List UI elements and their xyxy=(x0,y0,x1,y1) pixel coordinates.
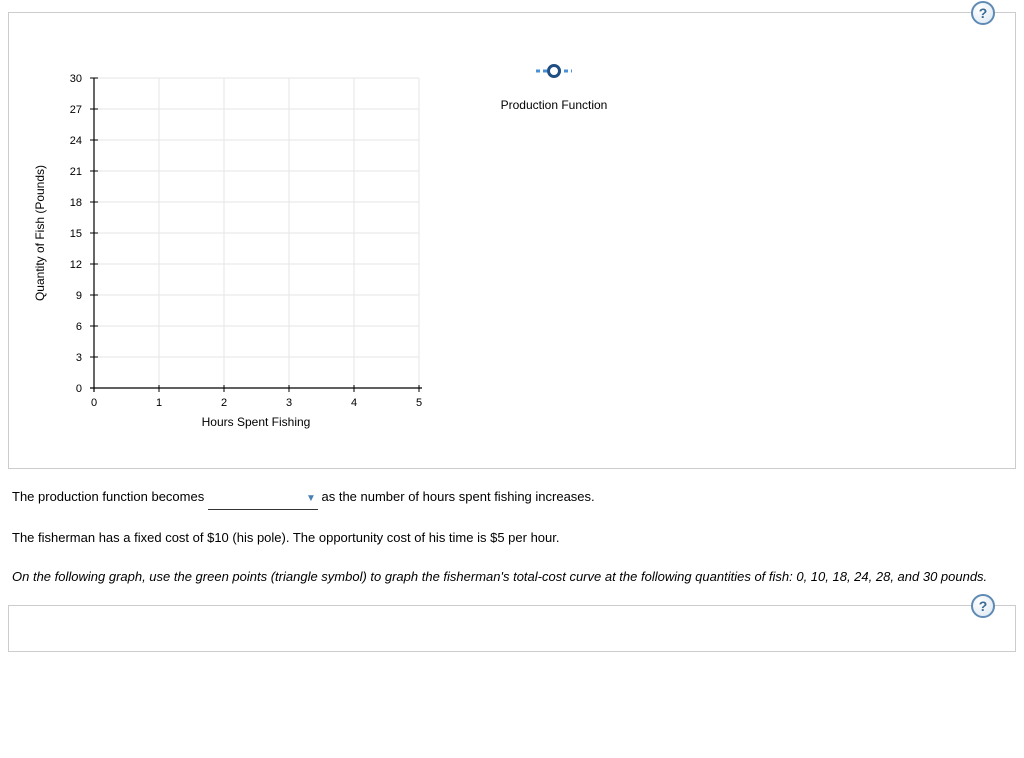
y-tick-2: 6 xyxy=(76,321,82,333)
legend: Production Function xyxy=(484,64,624,112)
legend-item-production-function[interactable]: Production Function xyxy=(484,64,624,112)
x-tick-2: 2 xyxy=(221,397,227,409)
y-tick-5: 15 xyxy=(70,228,82,240)
y-tick-4: 12 xyxy=(70,259,82,271)
y-tick-6: 18 xyxy=(70,197,82,209)
chevron-down-icon: ▼ xyxy=(306,493,316,504)
legend-label: Production Function xyxy=(501,98,608,112)
help-symbol: ? xyxy=(979,5,988,21)
y-tick-9: 27 xyxy=(70,104,82,116)
sentence-fixed-cost: The fisherman has a fixed cost of $10 (h… xyxy=(12,528,1012,549)
legend-marker-circle-icon xyxy=(534,64,574,78)
y-tick-1: 3 xyxy=(76,352,82,364)
y-tick-3: 9 xyxy=(76,290,82,302)
chart-row: 0 1 2 3 4 5 0 3 6 9 12 15 18 21 2 xyxy=(24,28,1000,438)
sentence-instructions: On the following graph, use the green po… xyxy=(12,567,1012,588)
x-tick-5: 5 xyxy=(416,397,422,409)
x-axis-label: Hours Spent Fishing xyxy=(202,415,311,429)
y-tick-0: 0 xyxy=(76,383,82,395)
sentence1-before: The production function becomes xyxy=(12,489,204,504)
chart-card-2: ? xyxy=(8,605,1016,652)
help-symbol: ? xyxy=(979,598,988,614)
x-tick-1: 1 xyxy=(156,397,162,409)
x-tick-3: 3 xyxy=(286,397,292,409)
y-tick-10: 30 xyxy=(70,73,82,85)
y-tick-7: 21 xyxy=(70,166,82,178)
fill-in-dropdown[interactable]: ▼ xyxy=(208,487,318,510)
y-axis-label: Quantity of Fish (Pounds) xyxy=(33,165,47,301)
x-tick-4: 4 xyxy=(351,397,357,409)
x-tick-0: 0 xyxy=(91,397,97,409)
help-icon[interactable]: ? xyxy=(971,594,995,618)
sentence1-after: as the number of hours spent fishing inc… xyxy=(321,489,594,504)
y-tick-8: 24 xyxy=(70,135,82,147)
chart-card: ? xyxy=(8,12,1016,469)
production-function-chart[interactable]: 0 1 2 3 4 5 0 3 6 9 12 15 18 21 2 xyxy=(24,28,454,438)
sentence-production-function: The production function becomes ▼ as the… xyxy=(12,487,1012,510)
help-icon[interactable]: ? xyxy=(971,1,995,25)
